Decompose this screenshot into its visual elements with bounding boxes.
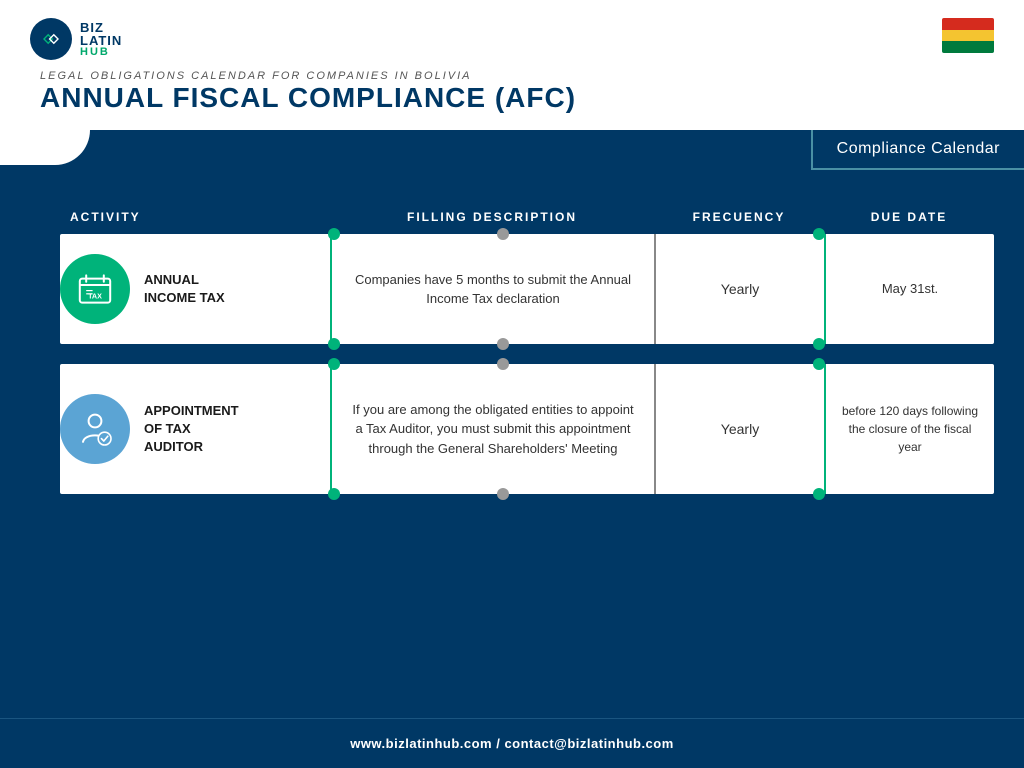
wave-shape [0, 130, 90, 165]
dot-bot-freq-1 [497, 338, 509, 350]
table-row: TAX ANNUALINCOME TAX Companies have 5 mo… [60, 234, 994, 344]
dot-top-freq-1 [497, 228, 509, 240]
header-titles: Legal Obligations Calendar for Companies… [30, 70, 994, 114]
logo-text: BIZ LATIN HUB [80, 21, 122, 58]
auditor-icon [60, 394, 130, 464]
row-frequency-2: Yearly [654, 364, 824, 494]
row-activity-1: TAX ANNUALINCOME TAX [60, 234, 330, 344]
row-description-1: Companies have 5 months to submit the An… [330, 234, 654, 344]
footer: www.bizlatinhub.com / contact@bizlatinhu… [0, 718, 1024, 768]
dot-bot-desc-2 [328, 488, 340, 500]
svg-text:TAX: TAX [88, 292, 102, 301]
row-activity-2: APPOINTMENTOF TAXAUDITOR [60, 364, 330, 494]
row-description-2: If you are among the obligated entities … [330, 364, 654, 494]
page: BIZ LATIN HUB Legal Obligations Calendar… [0, 0, 1024, 768]
activity-name-1: ANNUALINCOME TAX [144, 271, 225, 307]
compliance-badge: Compliance Calendar [811, 130, 1024, 170]
dot-top-freq-2 [497, 358, 509, 370]
dot-top-due-1 [813, 228, 825, 240]
col-duedate: DUE DATE [824, 210, 994, 224]
page-subtitle: Legal Obligations Calendar for Companies… [40, 70, 994, 82]
row-duedate-2: before 120 days following the closure of… [824, 364, 994, 494]
dot-bot-due-2 [813, 488, 825, 500]
activity-name-2: APPOINTMENTOF TAXAUDITOR [144, 402, 239, 457]
flag-yellow [942, 30, 994, 42]
table-header: ACTIVITY FILLING DESCRIPTION FRECUENCY D… [60, 210, 994, 234]
page-title: Annual Fiscal Compliance (AFC) [40, 82, 994, 114]
logo-latin: LATIN [80, 34, 122, 47]
logo-hub: HUB [80, 47, 122, 58]
table-container: ACTIVITY FILLING DESCRIPTION FRECUENCY D… [60, 210, 994, 708]
logo-biz: BIZ [80, 21, 122, 34]
footer-text: www.bizlatinhub.com / contact@bizlatinhu… [350, 736, 674, 751]
col-frequency: FRECUENCY [654, 210, 824, 224]
row-frequency-1: Yearly [654, 234, 824, 344]
flag-green [942, 41, 994, 53]
logo-icon [30, 18, 72, 60]
dot-bot-desc-1 [328, 338, 340, 350]
row-duedate-1: May 31st. [824, 234, 994, 344]
content-area: Compliance Calendar ACTIVITY FILLING DES… [0, 130, 1024, 768]
col-activity: ACTIVITY [60, 210, 330, 224]
logo-area: BIZ LATIN HUB [30, 18, 122, 60]
bolivia-flag [942, 18, 994, 53]
dot-bot-due-1 [813, 338, 825, 350]
col-filling: FILLING DESCRIPTION [330, 210, 654, 224]
dot-top-desc-2 [328, 358, 340, 370]
dot-top-desc-1 [328, 228, 340, 240]
tax-icon: TAX [60, 254, 130, 324]
dot-bot-freq-2 [497, 488, 509, 500]
header: BIZ LATIN HUB Legal Obligations Calendar… [0, 0, 1024, 130]
dot-top-due-2 [813, 358, 825, 370]
table-row: APPOINTMENTOF TAXAUDITOR If you are amon… [60, 364, 994, 494]
flag-red [942, 18, 994, 30]
